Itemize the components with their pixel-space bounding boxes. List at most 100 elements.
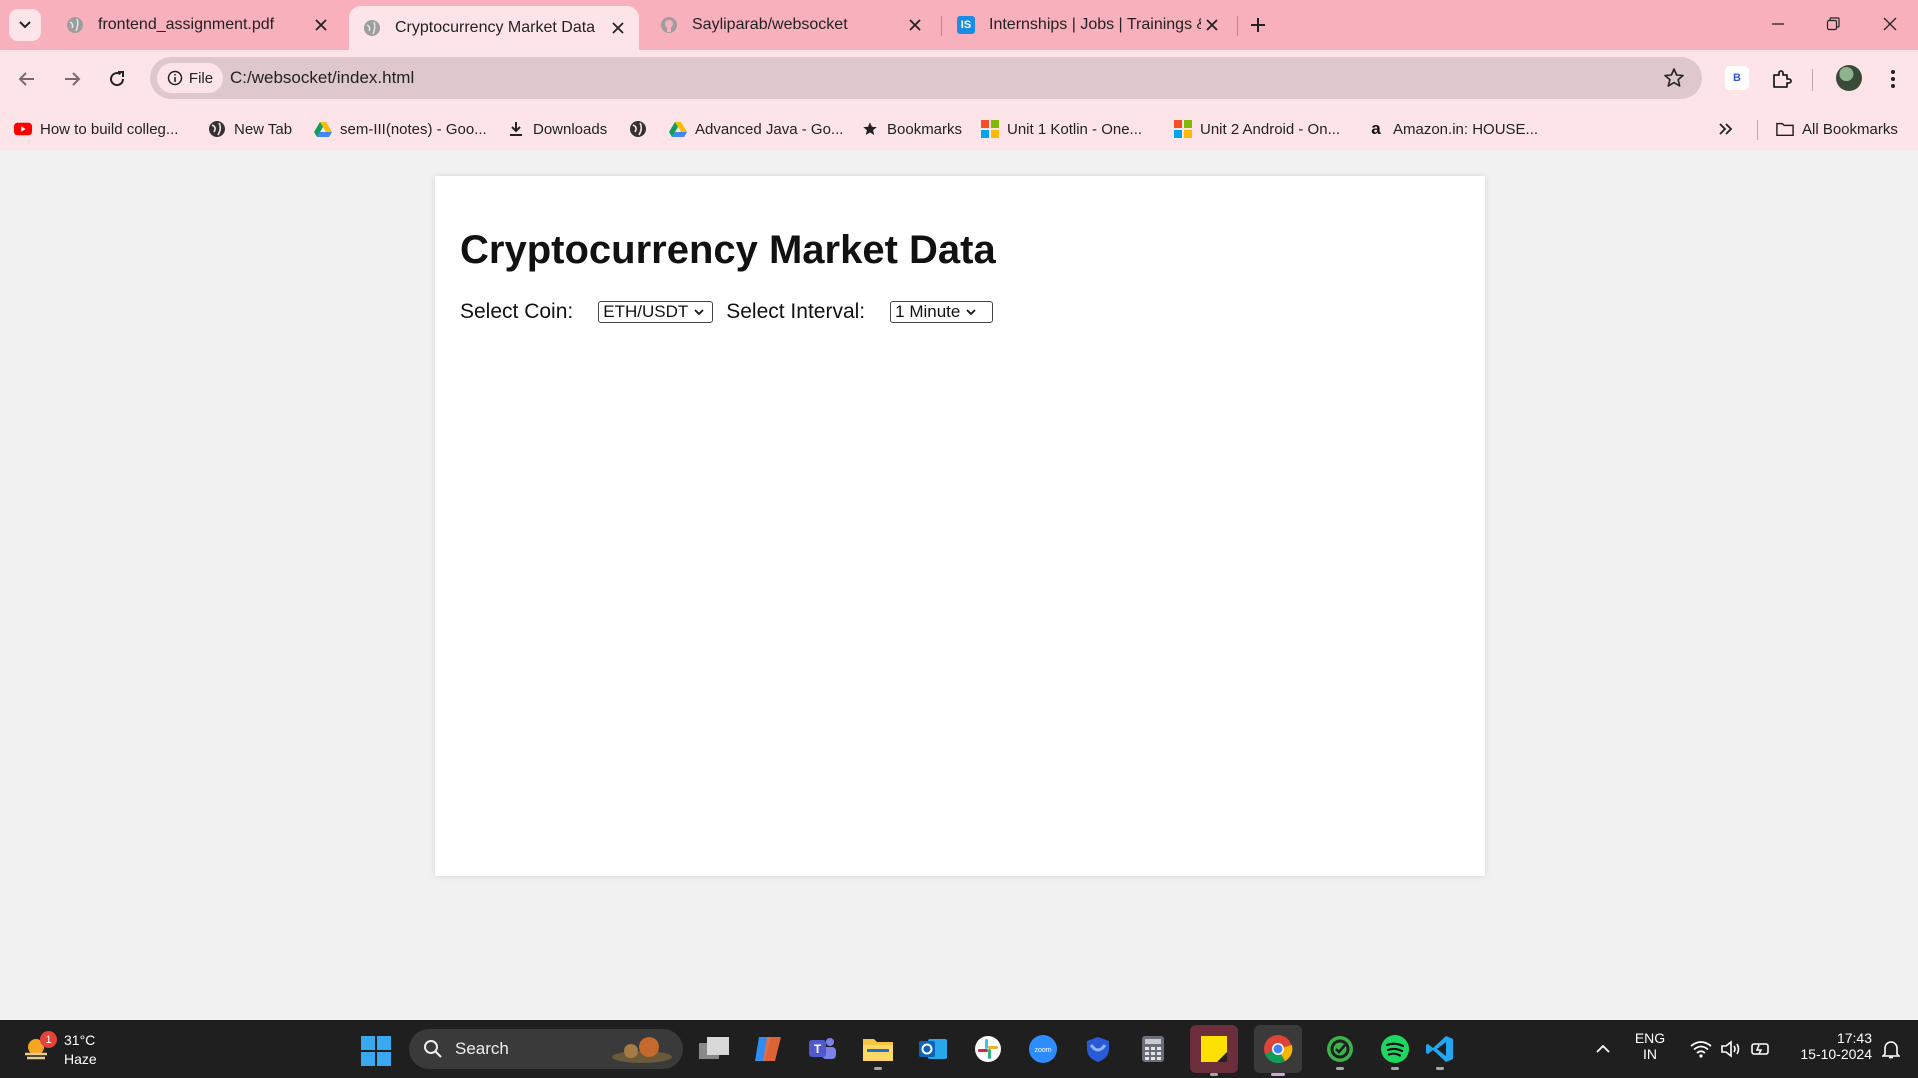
teams-icon[interactable]: T [805, 1031, 841, 1067]
tab-internshala[interactable]: IS Internships | Jobs | Trainings & E [943, 6, 1233, 44]
restore-button[interactable] [1813, 8, 1853, 40]
bookmark-label: Unit 1 Kotlin - One... [1007, 120, 1143, 138]
close-icon[interactable] [904, 14, 926, 36]
restore-icon [1826, 17, 1840, 31]
github-icon [660, 16, 678, 34]
spotify-icon[interactable] [1377, 1031, 1413, 1070]
bookmark-unit-2-android[interactable]: Unit 2 Android - On... [1174, 116, 1340, 142]
all-bookmarks-button[interactable]: All Bookmarks [1776, 116, 1898, 142]
clock-time: 17:43 [1836, 1030, 1872, 1046]
content-card: Cryptocurrency Market Data Select Coin: … [435, 176, 1485, 876]
taskbar: 1 31°C Haze Search T zoom ENG IN 17:43 1… [0, 1020, 1918, 1078]
info-icon [167, 70, 183, 86]
tab-separator [1237, 16, 1238, 36]
browser-toolbar: File C:/websocket/index.html B [0, 50, 1918, 108]
bookmark-unit-1-kotlin[interactable]: Unit 1 Kotlin - One... [981, 116, 1142, 142]
tab-frontend-assignment[interactable]: frontend_assignment.pdf [52, 6, 342, 44]
calculator-icon[interactable] [1135, 1031, 1171, 1067]
search-label: Search [455, 1039, 509, 1058]
svg-text:T: T [814, 1042, 822, 1056]
tab-github-websocket[interactable]: Sayliparab/websocket [646, 6, 936, 44]
windows-start-icon[interactable] [361, 1036, 391, 1066]
amazon-icon: a [1371, 119, 1381, 138]
profile-avatar[interactable] [1836, 65, 1862, 91]
battery-charging-icon [1751, 1043, 1769, 1055]
slack-icon[interactable] [970, 1031, 1006, 1067]
bookmark-bookmarks[interactable]: Bookmarks [861, 116, 962, 142]
bookmark-new-tab[interactable]: New Tab [208, 116, 292, 142]
weather-widget[interactable]: 1 31°C Haze [22, 1029, 122, 1069]
forward-button[interactable] [56, 63, 88, 95]
internshala-icon: IS [957, 16, 975, 34]
url-text[interactable]: C:/websocket/index.html [230, 57, 414, 99]
microsoft-icon [981, 120, 999, 138]
language-line1: ENG [1634, 1030, 1666, 1046]
running-indicator [1210, 1073, 1218, 1076]
chevron-down-icon [694, 307, 704, 317]
tab-search-button[interactable] [9, 9, 41, 41]
download-icon [507, 120, 525, 138]
tab-cryptocurrency-market-data[interactable]: Cryptocurrency Market Data [349, 6, 639, 50]
taskbar-search[interactable]: Search [409, 1029, 683, 1069]
reload-icon [110, 71, 125, 87]
close-icon[interactable] [607, 17, 629, 39]
extensions-button[interactable] [1766, 63, 1798, 95]
chrome-icon[interactable] [1254, 1025, 1302, 1076]
bookmark-downloads[interactable]: Downloads [507, 116, 607, 142]
new-tab-button[interactable] [1243, 10, 1273, 40]
more-bookmarks-button[interactable] [1718, 116, 1734, 142]
tab-title: Sayliparab/websocket [692, 16, 848, 33]
vscode-icon[interactable] [1422, 1031, 1458, 1070]
extension-b-icon[interactable]: B [1725, 66, 1749, 90]
plus-icon [1251, 18, 1265, 32]
interval-label: Select Interval: [726, 300, 866, 323]
outlook-icon[interactable] [915, 1031, 951, 1067]
vpn-shield-icon[interactable] [1322, 1031, 1358, 1070]
minimize-button[interactable] [1758, 8, 1798, 40]
notification-badge: 1 [40, 1031, 57, 1048]
running-indicator [1336, 1067, 1344, 1070]
bookmark-label: How to build colleg... [40, 120, 179, 138]
bookmarks-separator [1757, 120, 1758, 140]
task-view-icon[interactable] [696, 1031, 732, 1067]
reload-button[interactable] [101, 63, 133, 95]
globe-icon [208, 120, 226, 138]
address-bar[interactable]: File C:/websocket/index.html [150, 57, 1702, 99]
bookmark-label: Unit 2 Android - On... [1200, 120, 1341, 138]
arrow-left-icon [18, 72, 34, 86]
show-hidden-icons-button[interactable] [1585, 1031, 1621, 1067]
google-drive-icon [669, 120, 687, 138]
coin-select[interactable]: ETH/USDT [598, 301, 714, 323]
search-highlight-illustration-icon [612, 1037, 672, 1063]
back-button[interactable] [11, 63, 43, 95]
more-vertical-icon [1891, 70, 1895, 88]
bookmark-star-icon[interactable] [1662, 66, 1686, 90]
bookmark-how-to-build-college[interactable]: How to build colleg... [14, 116, 178, 142]
language-indicator[interactable]: ENG IN [1628, 1030, 1672, 1062]
wifi-icon [1690, 1041, 1712, 1058]
interval-select-value: 1 Minute [895, 302, 961, 321]
bookmark-amazon[interactable]: a Amazon.in: HOUSE... [1367, 116, 1538, 142]
zoom-icon[interactable]: zoom [1025, 1031, 1061, 1067]
sticky-notes-icon[interactable] [1190, 1025, 1238, 1076]
close-icon[interactable] [310, 14, 332, 36]
defender-shield-icon[interactable] [1080, 1031, 1116, 1067]
clock[interactable]: 17:43 15-10-2024 [1784, 1030, 1872, 1062]
file-explorer-icon[interactable] [860, 1031, 896, 1070]
page-viewport: Cryptocurrency Market Data Select Coin: … [0, 150, 1918, 1020]
tab-strip: frontend_assignment.pdf Cryptocurrency M… [0, 0, 1918, 50]
coin-select-value: ETH/USDT [603, 302, 689, 321]
close-window-button[interactable] [1870, 8, 1910, 40]
bookmark-globe[interactable] [629, 116, 655, 142]
browser-menu-button[interactable] [1877, 63, 1909, 95]
site-info-chip[interactable]: File [157, 63, 223, 93]
notifications-button[interactable] [1873, 1031, 1909, 1067]
bookmark-label: Downloads [533, 120, 608, 138]
close-icon[interactable] [1201, 14, 1223, 36]
system-tray-quick-settings[interactable] [1678, 1031, 1784, 1067]
tab-title: Internships | Jobs | Trainings & E [989, 16, 1201, 33]
interval-select[interactable]: 1 Minute [890, 301, 994, 323]
copilot-icon[interactable] [750, 1031, 786, 1067]
bookmark-advanced-java[interactable]: Advanced Java - Go... [669, 116, 843, 142]
bookmark-sem-iii-notes[interactable]: sem-III(notes) - Goo... [314, 116, 487, 142]
